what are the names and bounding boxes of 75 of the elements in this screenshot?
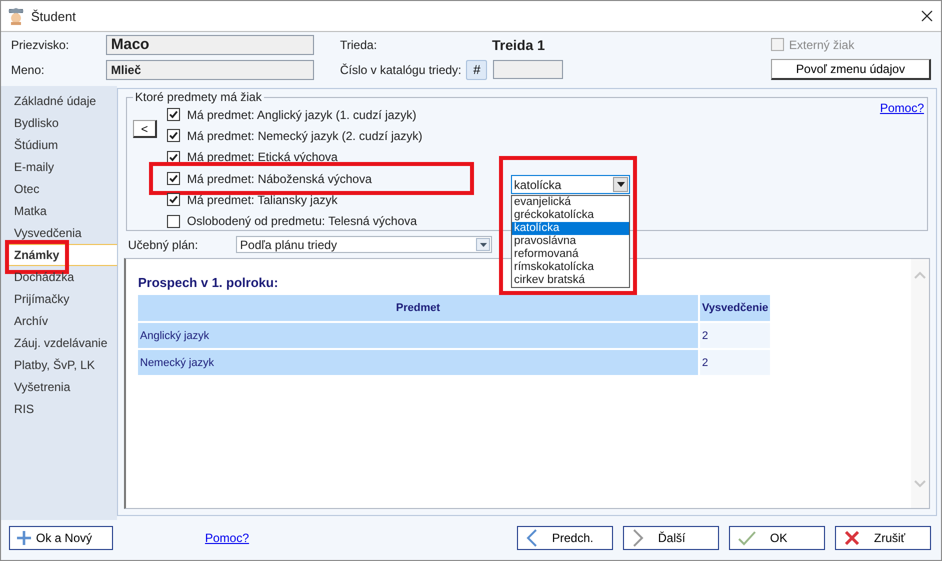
sidebar-item[interactable]: Vyšetrenia: [1, 376, 117, 398]
ok-button[interactable]: OK: [729, 526, 825, 550]
surname-label: Priezvisko:: [11, 38, 70, 52]
catalog-number-field[interactable]: [493, 60, 564, 79]
checkbox[interactable]: [167, 108, 180, 122]
student-avatar-icon: [7, 7, 25, 25]
plus-icon: [16, 530, 32, 546]
sidebar-item[interactable]: Prijímačky: [1, 288, 117, 310]
dropdown-option[interactable]: evanjelická: [512, 196, 629, 209]
dropdown-option[interactable]: reformovaná: [512, 248, 629, 261]
help-link[interactable]: Pomoc?: [205, 531, 250, 545]
religion-dropdown[interactable]: katolícka: [511, 175, 630, 194]
sidebar-item[interactable]: Platby, ŠvP, LK: [1, 354, 117, 376]
chevron-left-icon: [526, 529, 538, 547]
grades-title: Prospech v 1. polroku:: [138, 275, 278, 290]
study-plan-label: Učebný plán:: [128, 238, 198, 252]
table-cell: Anglický jazyk: [138, 323, 698, 348]
checkbox[interactable]: [167, 193, 180, 206]
subject-label: Má predmet: Náboženská výchova: [187, 172, 372, 186]
catalog-label: Číslo v katalógu triedy:: [340, 62, 462, 76]
sidebar-item[interactable]: Známky: [7, 244, 117, 266]
highlight-frame: [5, 240, 69, 274]
sidebar-item[interactable]: Archív: [1, 310, 117, 332]
sidebar-item[interactable]: Vysvedčenia: [1, 222, 117, 244]
dropdown-option[interactable]: gréckokatolícka: [512, 209, 629, 222]
checkbox[interactable]: [167, 150, 180, 164]
subject-label: Oslobodený od predmetu: Telesná výchova: [187, 214, 417, 228]
dropdown-arrow-icon: [480, 242, 487, 246]
external-label: Externý žiak: [789, 38, 854, 52]
sidebar-item[interactable]: Otec: [1, 178, 117, 200]
sidebar-item[interactable]: Dochádzka: [1, 266, 117, 288]
window-title: Študent: [31, 8, 76, 24]
dropdown-option[interactable]: rímskokatolícka: [512, 261, 629, 274]
subject-label: Má predmet: Taliansky jazyk: [187, 192, 338, 207]
close-icon[interactable]: [921, 10, 933, 22]
allow-change-button[interactable]: Povoľ zmenu údajov: [771, 59, 931, 80]
column-header: Vysvedčenie: [700, 295, 770, 321]
table-cell: 2: [700, 323, 770, 348]
sidebar-item[interactable]: Bydlisko: [1, 112, 117, 134]
group-title: Ktoré predmety má žiak: [133, 90, 264, 104]
sidebar-item[interactable]: Záuj. vzdelávanie: [1, 332, 117, 354]
table-cell: Nemecký jazyk: [138, 350, 698, 375]
checkbox[interactable]: [167, 172, 180, 186]
next-button[interactable]: Ďalší: [623, 526, 719, 550]
column-header: Predmet: [138, 295, 698, 321]
dropdown-arrow-icon: [616, 182, 624, 187]
checkbox[interactable]: [167, 129, 180, 142]
name-field[interactable]: Mlieč: [106, 60, 314, 80]
catalog-number-button[interactable]: #: [466, 60, 488, 80]
sidebar-item[interactable]: Matka: [1, 200, 117, 222]
study-plan-dropdown[interactable]: Podľa plánu triedy: [236, 236, 492, 253]
sidebar-item[interactable]: E-maily: [1, 156, 117, 178]
cancel-button[interactable]: Zrušiť: [835, 526, 931, 550]
sidebar-item[interactable]: RIS: [1, 398, 117, 420]
dropdown-option[interactable]: pravoslávna: [512, 235, 629, 248]
subject-label: Má predmet: Nemecký jazyk (2. cudzí jazyk): [187, 128, 422, 143]
surname-field[interactable]: Maco: [106, 34, 314, 54]
help-link[interactable]: Pomoc?: [880, 101, 924, 115]
subject-label: Má predmet: Etická výchova: [187, 150, 338, 164]
table-cell: 2: [700, 350, 770, 375]
back-button[interactable]: <: [133, 120, 157, 138]
checkbox[interactable]: [167, 214, 180, 228]
sidebar-item[interactable]: Štúdium: [1, 134, 117, 156]
class-value: Treida 1: [492, 36, 545, 52]
cross-icon: [844, 530, 860, 546]
name-label: Meno:: [11, 62, 46, 76]
subject-label: Má predmet: Anglický jazyk (1. cudzí jazyk): [187, 108, 416, 122]
dropdown-option[interactable]: cirkev bratská: [512, 274, 629, 287]
previous-button[interactable]: Predch.: [517, 526, 613, 550]
ok-and-new-button[interactable]: Ok a Nový: [9, 526, 113, 550]
dropdown-option[interactable]: katolícka: [512, 222, 629, 235]
sidebar-item[interactable]: Základné údaje: [1, 90, 117, 112]
chevron-right-icon: [632, 529, 644, 547]
class-label: Trieda:: [340, 38, 378, 52]
checkmark-icon: [738, 530, 756, 546]
